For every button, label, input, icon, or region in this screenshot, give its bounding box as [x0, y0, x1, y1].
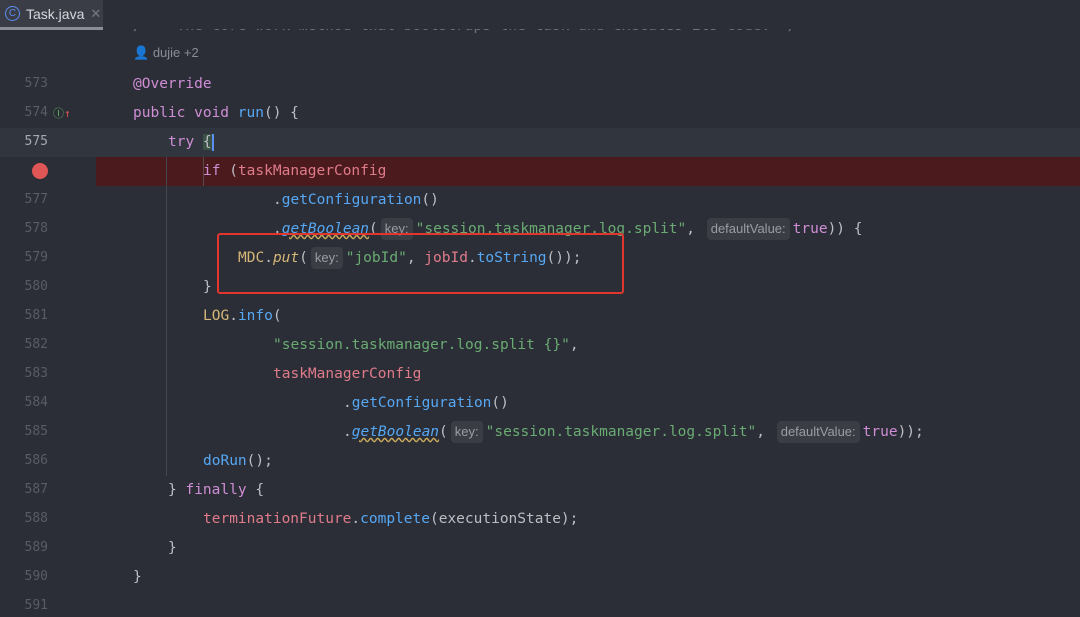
code-token: if	[203, 163, 230, 179]
code-line: .getConfiguration()	[343, 389, 509, 418]
code-token: ();	[246, 453, 273, 469]
text-caret	[211, 133, 214, 151]
breakpoint-icon[interactable]	[32, 163, 48, 179]
code-token: ()	[491, 395, 509, 411]
indent-guide	[166, 157, 167, 476]
code-token: (executionState);	[429, 511, 579, 527]
code-line: terminationFuture.complete(executionStat…	[203, 505, 578, 534]
code-token: try	[168, 134, 203, 150]
code-token: getBoolean	[351, 424, 440, 440]
code-token: }	[133, 569, 142, 585]
code-line: }	[133, 563, 142, 592]
code-token: taskManagerConfig	[237, 163, 387, 179]
code-token: }	[168, 482, 186, 498]
code-token: getConfiguration	[351, 395, 492, 411]
code-token: run	[237, 105, 264, 121]
line-number: 585	[24, 424, 48, 439]
code-token: info	[237, 308, 273, 324]
code-token: () {	[263, 105, 299, 121]
current-line-highlight	[0, 128, 1080, 157]
code-token: getConfiguration	[281, 192, 422, 208]
author-names: dujie +2	[152, 45, 199, 60]
tab-title: Task.java	[26, 5, 85, 22]
highlight-box	[217, 233, 624, 294]
code-line: doRun();	[203, 447, 273, 476]
line-number: 581	[24, 308, 48, 323]
code-line: taskManagerConfig	[273, 360, 421, 389]
code-token: ,	[756, 424, 774, 440]
code-token: (	[229, 163, 238, 179]
line-number: 587	[24, 482, 48, 497]
code-token: "session.taskmanager.log.split {}"	[273, 337, 570, 353]
line-number: 579	[24, 250, 48, 265]
code-token: true	[862, 424, 898, 440]
code-token: .	[351, 511, 361, 527]
code-line: .getConfiguration()	[273, 186, 439, 215]
line-number: 588	[24, 511, 48, 526]
parameter-hint: defaultValue:	[776, 421, 860, 443]
line-number: 575	[24, 134, 48, 149]
code-line: if (taskManagerConfig	[203, 157, 386, 186]
line-number: 573	[24, 76, 48, 91]
author-hint[interactable]: 👤 dujie +2	[133, 45, 199, 61]
code-token: (	[439, 424, 448, 440]
line-number: 580	[24, 279, 48, 294]
code-token: ,	[686, 221, 704, 237]
code-token: .	[343, 395, 352, 411]
code-line: }	[168, 534, 177, 563]
line-number: 574	[24, 105, 48, 120]
code-token: LOG	[203, 308, 230, 324]
code-line: public void run() {	[133, 99, 299, 128]
class-c-icon: C	[5, 6, 20, 21]
editor-tab-bar: C Task.java ✕	[0, 0, 1080, 30]
code-line: }	[203, 273, 212, 302]
code-line: @Override	[133, 70, 212, 99]
code-token: taskManagerConfig	[273, 366, 422, 382]
line-number: 590	[24, 569, 48, 584]
line-number: 586	[24, 453, 48, 468]
code-token: @Override	[133, 76, 212, 92]
code-line: .getBoolean(key: "session.taskmanager.log…	[343, 418, 924, 447]
close-icon[interactable]: ✕	[90, 6, 101, 22]
code-line: LOG.info(	[203, 302, 282, 331]
code-token: ));	[897, 424, 924, 440]
code-line: } finally {	[168, 476, 264, 505]
code-token: ()	[421, 192, 439, 208]
code-token: .	[343, 424, 352, 440]
code-token: ,	[569, 337, 579, 353]
code-token: terminationFuture	[203, 511, 352, 527]
code-line: "session.taskmanager.log.split {}",	[273, 331, 579, 360]
line-number: 577	[24, 192, 48, 207]
code-token: .	[229, 308, 238, 324]
code-token: finally	[185, 482, 256, 498]
code-token: .	[273, 192, 282, 208]
code-token: true	[792, 221, 828, 237]
code-token: }	[203, 279, 212, 295]
code-token: "session.taskmanager.log.split"	[485, 424, 757, 440]
code-token: {	[255, 482, 265, 498]
code-token: (	[272, 308, 282, 324]
line-number: 583	[24, 366, 48, 381]
line-number: 591	[24, 598, 48, 613]
parameter-hint: defaultValue:	[706, 218, 790, 240]
implements-override-icon[interactable]: Ⓘ↑	[53, 105, 71, 121]
line-number: 584	[24, 395, 48, 410]
code-token: complete	[360, 511, 430, 527]
parameter-hint: key:	[450, 421, 483, 443]
line-number: 589	[24, 540, 48, 555]
line-number: 582	[24, 337, 48, 352]
code-token: {	[202, 134, 212, 150]
tab-task-java[interactable]: C Task.java ✕	[0, 0, 103, 30]
code-line: try {	[168, 128, 214, 157]
code-token: public void	[133, 105, 238, 121]
code-token: }	[168, 540, 177, 556]
line-number: 578	[24, 221, 48, 236]
code-token: doRun	[203, 453, 247, 469]
code-token: )) {	[827, 221, 863, 237]
